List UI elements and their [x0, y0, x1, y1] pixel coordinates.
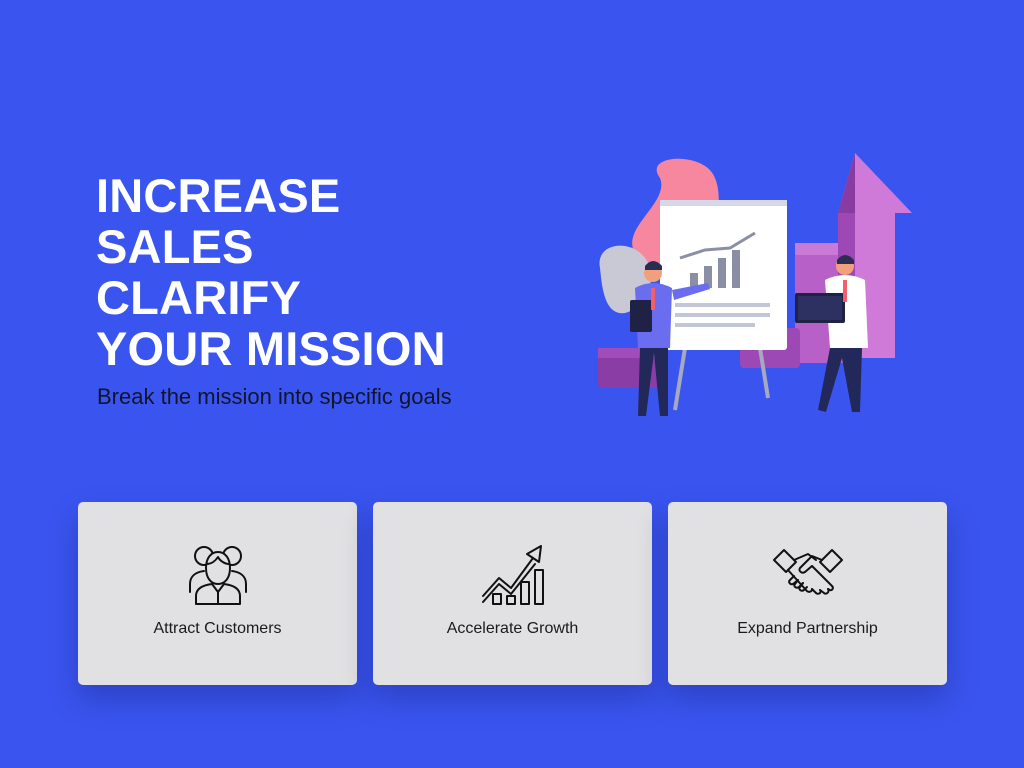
accelerate-growth-card[interactable]: Accelerate Growth: [373, 502, 652, 685]
headline: INCREASE SALES CLARIFY YOUR MISSION: [96, 170, 446, 374]
headline-line-1: INCREASE: [96, 169, 341, 222]
subtitle: Break the mission into specific goals: [97, 384, 452, 409]
attract-customers-card[interactable]: Attract Customers: [78, 502, 357, 685]
goal-cards: Attract Customers Accelerate Growth Expa…: [78, 502, 947, 685]
expand-partnership-card[interactable]: Expand Partnership: [668, 502, 947, 685]
expand-partnership-label: Expand Partnership: [737, 620, 878, 637]
accelerate-growth-label: Accelerate Growth: [446, 620, 579, 637]
attract-customers-label: Attract Customers: [153, 620, 282, 637]
business-presentation-illustration: [598, 153, 912, 416]
headline-line-2: SALES: [96, 220, 254, 273]
growth-chart-icon: [481, 545, 544, 605]
headline-line-4: YOUR MISSION: [96, 322, 446, 375]
headline-line-3: CLARIFY: [96, 271, 302, 324]
handshake-icon: [772, 549, 843, 595]
customers-group-icon: [188, 546, 247, 605]
